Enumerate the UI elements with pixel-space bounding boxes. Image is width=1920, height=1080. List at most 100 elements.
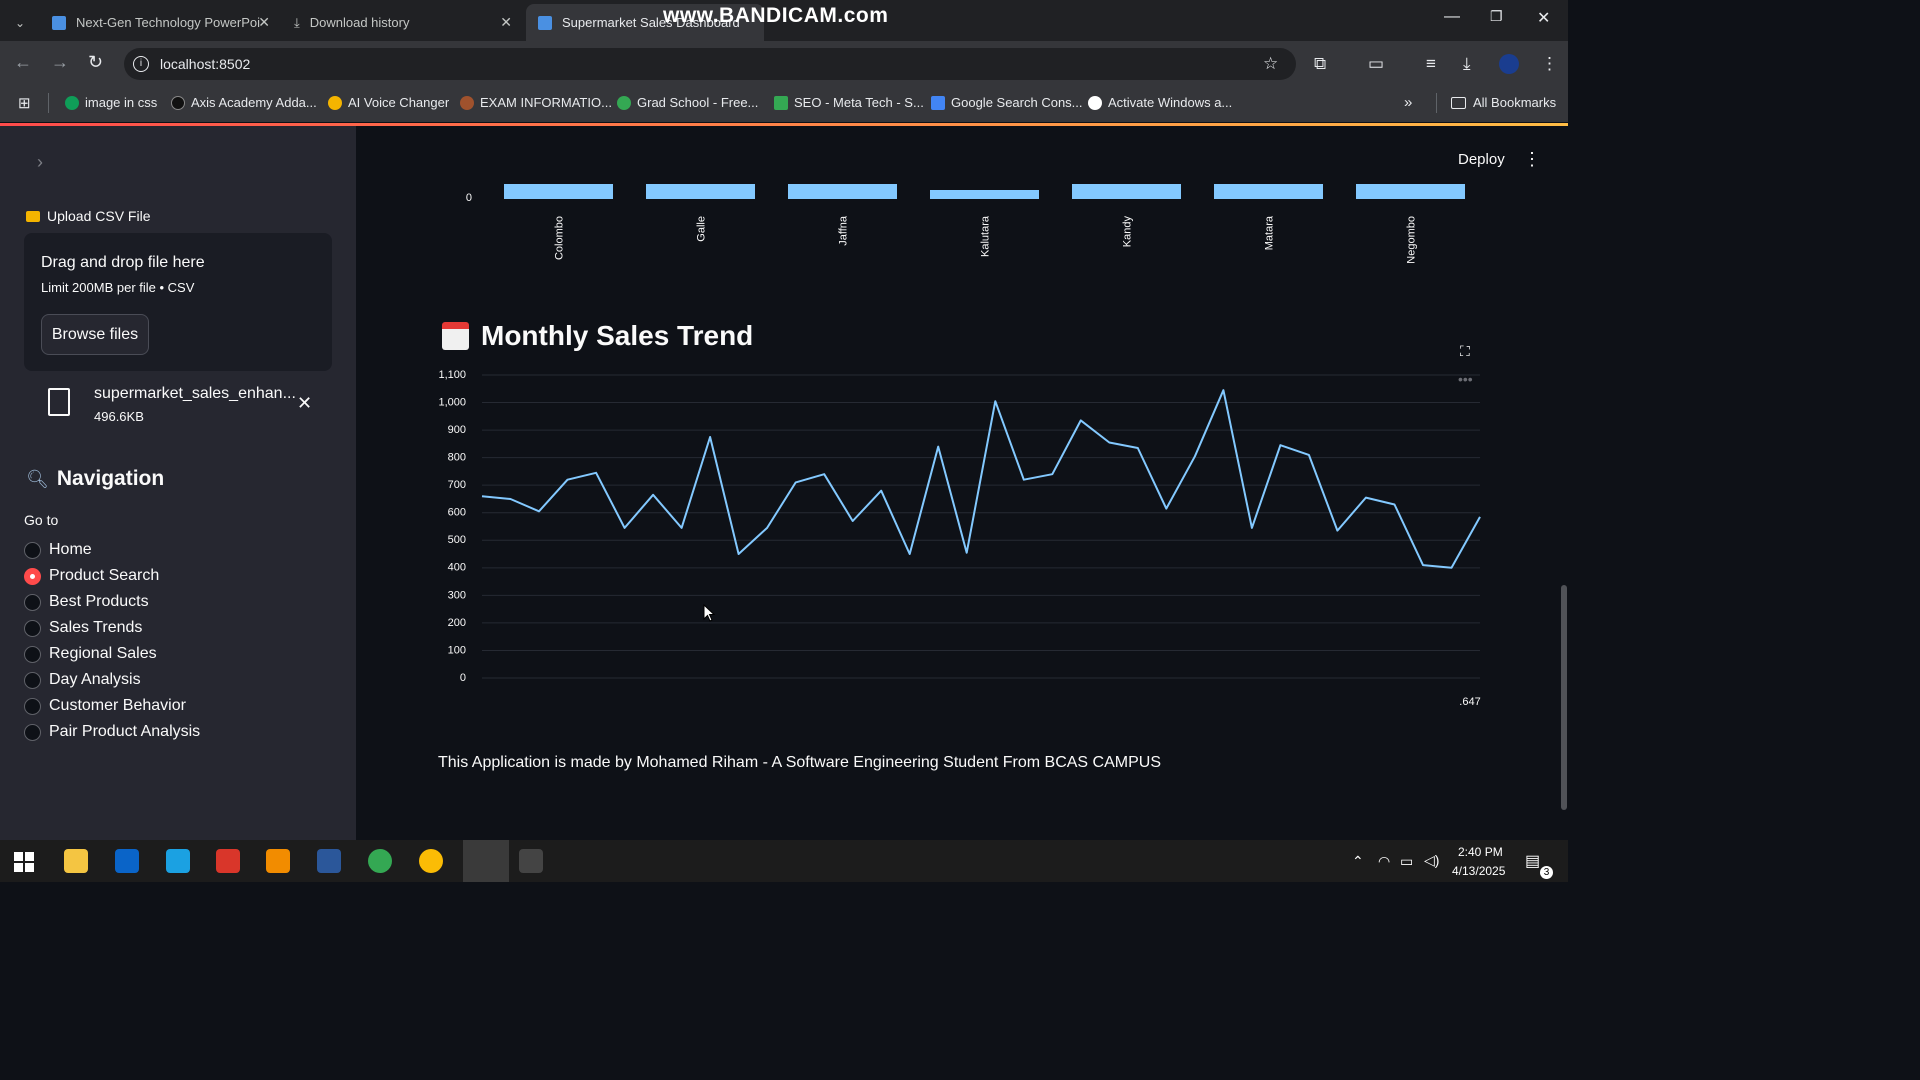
back-arrow-icon[interactable]: ←	[14, 52, 32, 73]
file-explorer-icon[interactable]	[64, 849, 88, 873]
browse-files-button[interactable]: Browse files	[41, 314, 149, 355]
sales-trend-line	[481, 389, 1481, 569]
minimize-icon[interactable]: —	[1444, 8, 1460, 26]
bar-kalutara	[930, 190, 1039, 199]
tab-powerpoint[interactable]: Next-Gen Technology PowerPoi ✕	[40, 4, 280, 41]
bookmark-seo-meta-tech[interactable]: SEO - Meta Tech - S...	[774, 95, 924, 110]
tray-chevron-up-icon[interactable]: ⌃	[1352, 853, 1364, 870]
deploy-button[interactable]: Deploy	[1458, 151, 1505, 168]
download-icon: ⤓	[294, 14, 300, 30]
close-icon[interactable]: ✕	[500, 14, 512, 31]
nav-item-regional-sales[interactable]: Regional Sales	[49, 645, 157, 663]
y-tick-label: 1,100	[438, 369, 466, 381]
bookmark-ai-voice-changer[interactable]: AI Voice Changer	[328, 95, 449, 110]
more-bookmarks-icon[interactable]: »	[1404, 94, 1412, 111]
main-scrollbar[interactable]	[1561, 585, 1567, 810]
nav-item-customer-behavior[interactable]: Customer Behavior	[49, 697, 186, 715]
apps-grid-icon[interactable]: ⊞	[18, 94, 31, 112]
main-menu-kebab-icon[interactable]: ⋮	[1523, 149, 1541, 170]
y-tick-label: 800	[448, 452, 466, 464]
y-tick-label: 700	[448, 479, 466, 491]
clock-date[interactable]: 4/13/2025	[1452, 864, 1505, 878]
bookmark-image-in-css[interactable]: image in css	[65, 95, 157, 110]
nav-item-day-analysis[interactable]: Day Analysis	[49, 671, 141, 689]
fullscreen-icon[interactable]: ⛶	[1460, 343, 1470, 360]
bookmark-favicon-icon	[460, 95, 474, 110]
forward-arrow-icon[interactable]: →	[51, 52, 69, 73]
bookmark-activate-windows[interactable]: Activate Windows a...	[1088, 95, 1232, 110]
nav-item-product-search[interactable]: Product Search	[49, 567, 159, 585]
radio-pair-product-analysis[interactable]	[24, 724, 41, 741]
radio-sales-trends[interactable]	[24, 620, 41, 637]
edge-icon[interactable]	[166, 849, 190, 873]
word-icon[interactable]	[317, 849, 341, 873]
collapse-sidebar-chevron-icon[interactable]: ›	[37, 152, 43, 173]
footer-credit-text: This Application is made by Mohamed Riha…	[438, 754, 1161, 771]
close-icon[interactable]: ✕	[258, 14, 270, 31]
line-chart-plot	[481, 389, 1481, 569]
bookmark-favicon-icon	[171, 95, 185, 110]
nav-item-sales-trends[interactable]: Sales Trends	[49, 619, 142, 637]
bar-matara	[1214, 184, 1323, 199]
y-tick-label: 0	[460, 672, 466, 684]
terminal-icon[interactable]	[519, 849, 543, 873]
nav-item-home[interactable]: Home	[49, 541, 92, 559]
bookmark-google-search-console[interactable]: Google Search Cons...	[931, 95, 1083, 110]
close-window-icon[interactable]: ✕	[1537, 8, 1550, 28]
battery-icon[interactable]: ▭	[1400, 853, 1413, 870]
network-icon[interactable]: ◠	[1378, 853, 1390, 870]
section-header: Monthly Sales Trend	[442, 320, 753, 352]
downloads-icon[interactable]: ⤓	[1463, 54, 1471, 74]
radio-best-products[interactable]	[24, 594, 41, 611]
chrome-2-icon[interactable]	[419, 849, 443, 873]
radio-home[interactable]	[24, 542, 41, 559]
navigation-title: Navigation	[56, 467, 165, 490]
goto-label: Go to	[24, 512, 59, 528]
notification-icon[interactable]: ▤	[1525, 851, 1540, 871]
clock-time[interactable]: 2:40 PM	[1458, 845, 1503, 859]
bookmark-grad-school[interactable]: Grad School - Free...	[617, 95, 758, 110]
nav-item-pair-product-analysis[interactable]: Pair Product Analysis	[49, 723, 200, 741]
chrome-1-icon[interactable]	[368, 849, 392, 873]
url-text[interactable]: localhost:8502	[160, 56, 250, 72]
media-control-icon[interactable]: ≡	[1426, 54, 1436, 74]
bar-x-tick-label: Matara	[1264, 215, 1276, 250]
site-info-icon[interactable]: i	[133, 56, 149, 72]
tab-download-history[interactable]: ⤓ Download history ✕	[282, 4, 522, 41]
extensions-icon[interactable]: ⧉	[1314, 54, 1326, 74]
y-tick-label: 200	[448, 617, 466, 629]
reload-icon[interactable]: ↻	[88, 52, 103, 73]
restore-icon[interactable]: ❐	[1490, 8, 1503, 25]
radio-customer-behavior[interactable]	[24, 698, 41, 715]
bookmark-label: SEO - Meta Tech - S...	[794, 95, 924, 110]
upload-title: Upload CSV File	[47, 208, 151, 224]
menu-kebab-icon[interactable]: ⋮	[1541, 54, 1558, 74]
outlook-icon[interactable]	[115, 849, 139, 873]
all-bookmarks-button[interactable]: All Bookmarks	[1451, 95, 1556, 110]
tab-search-button[interactable]: ⌄	[0, 4, 40, 41]
radio-product-search[interactable]	[24, 568, 41, 585]
profile-avatar[interactable]	[1499, 54, 1519, 74]
bar-x-tick-label: Kalutara	[980, 215, 992, 257]
bookmark-favicon-icon	[774, 95, 788, 110]
address-bar[interactable]	[124, 48, 1296, 80]
all-bookmarks-label: All Bookmarks	[1473, 95, 1557, 110]
remove-file-close-icon[interactable]: ✕	[297, 393, 312, 414]
bookmarks-divider	[1436, 93, 1437, 113]
radio-day-analysis[interactable]	[24, 672, 41, 689]
line-chart-y-axis: 0 100 200 300 400 500 600 700 800 900 1,000 1,100	[438, 369, 466, 684]
radio-regional-sales[interactable]	[24, 646, 41, 663]
nav-item-best-products[interactable]: Best Products	[49, 593, 149, 611]
reading-mode-icon[interactable]: ▭	[1368, 54, 1384, 74]
bookmark-exam-information[interactable]: EXAM INFORMATIO...	[460, 95, 612, 110]
bookmark-axis-academy[interactable]: Axis Academy Adda...	[171, 95, 317, 110]
app-red-icon[interactable]	[216, 849, 240, 873]
y-tick-label: 900	[448, 424, 466, 436]
chevron-down-icon: ⌄	[14, 15, 26, 30]
vlc-icon[interactable]	[266, 849, 290, 873]
star-bookmark-icon[interactable]: ☆	[1263, 54, 1278, 74]
volume-icon[interactable]: ◁)	[1424, 852, 1439, 869]
file-icon	[48, 388, 70, 416]
windows-start-icon[interactable]	[14, 852, 34, 872]
bar-x-tick-label: Negombo	[1406, 216, 1418, 264]
